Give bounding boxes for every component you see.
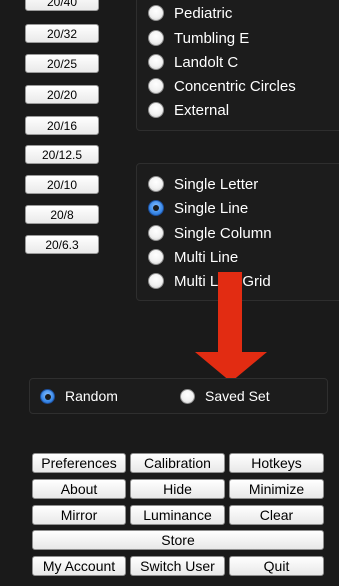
option-label: Saved Set xyxy=(205,388,270,404)
display-mode-option-multi-line[interactable]: Multi Line xyxy=(148,246,238,268)
mirror-button[interactable]: Mirror xyxy=(32,505,126,525)
display-mode-option-single-letter[interactable]: Single Letter xyxy=(148,173,258,195)
acuity-button-20-8[interactable]: 20/8 xyxy=(25,205,99,224)
clear-button[interactable]: Clear xyxy=(229,505,324,525)
acuity-button-20-32[interactable]: 20/32 xyxy=(25,24,99,43)
quit-button[interactable]: Quit xyxy=(229,556,324,576)
option-label: Random xyxy=(65,388,118,404)
option-label: Tumbling E xyxy=(174,29,250,47)
option-label: Single Letter xyxy=(174,175,259,193)
minimize-button[interactable]: Minimize xyxy=(229,479,324,499)
store-button[interactable]: Store xyxy=(32,530,324,550)
display-mode-option-single-column[interactable]: Single Column xyxy=(148,222,272,244)
chart-type-option-external[interactable]: External xyxy=(148,99,229,121)
acuity-button-20-10[interactable]: 20/10 xyxy=(25,175,99,194)
radio-icon xyxy=(148,30,164,46)
radio-icon xyxy=(148,102,164,118)
preferences-button[interactable]: Preferences xyxy=(32,453,126,473)
acuity-button-20-6-3[interactable]: 20/6.3 xyxy=(25,235,99,254)
chart-type-option-pediatric[interactable]: Pediatric xyxy=(148,2,232,24)
option-label: Single Column xyxy=(174,224,272,242)
my-account-button[interactable]: My Account xyxy=(32,556,126,576)
option-label: Landolt C xyxy=(174,53,239,71)
option-label: Concentric Circles xyxy=(174,77,296,95)
luminance-button[interactable]: Luminance xyxy=(130,505,225,525)
acuity-button-20-25[interactable]: 20/25 xyxy=(25,54,99,73)
radio-selected-icon xyxy=(40,388,55,404)
display-mode-option-multi-line-grid[interactable]: Multi Line Grid xyxy=(148,270,271,292)
switch-user-button[interactable]: Switch User xyxy=(130,556,225,576)
chart-type-option-landolt-c[interactable]: Landolt C xyxy=(148,51,238,73)
option-label: External xyxy=(174,101,230,119)
hotkeys-button[interactable]: Hotkeys xyxy=(229,453,324,473)
radio-icon xyxy=(148,78,164,94)
acuity-button-20-16[interactable]: 20/16 xyxy=(25,116,99,135)
about-button[interactable]: About xyxy=(32,479,126,499)
radio-icon xyxy=(148,225,164,241)
display-mode-option-single-line[interactable]: Single Line xyxy=(148,197,248,219)
acuity-button-20-12-5[interactable]: 20/12.5 xyxy=(25,145,99,164)
option-label: Single Line xyxy=(174,199,249,217)
radio-icon xyxy=(148,5,164,21)
radio-icon xyxy=(148,249,164,265)
hide-button[interactable]: Hide xyxy=(130,479,225,499)
letter-order-option-saved-set[interactable]: Saved Set xyxy=(180,386,270,406)
option-label: Pediatric xyxy=(174,4,233,22)
letter-order-option-random[interactable]: Random xyxy=(40,386,118,406)
acuity-button-20-20[interactable]: 20/20 xyxy=(25,85,99,104)
chart-type-option-tumbling-e[interactable]: Tumbling E xyxy=(148,27,249,49)
acuity-button-20-40[interactable]: 20/40 xyxy=(25,0,99,11)
chart-type-option-concentric-circles[interactable]: Concentric Circles xyxy=(148,75,296,97)
radio-icon xyxy=(148,176,164,192)
radio-selected-icon xyxy=(148,200,164,216)
calibration-button[interactable]: Calibration xyxy=(130,453,225,473)
annotation-arrow-shaft xyxy=(218,272,242,358)
radio-icon xyxy=(148,54,164,70)
radio-icon xyxy=(180,388,195,404)
option-label: Multi Line xyxy=(174,248,239,266)
radio-icon xyxy=(148,273,164,289)
